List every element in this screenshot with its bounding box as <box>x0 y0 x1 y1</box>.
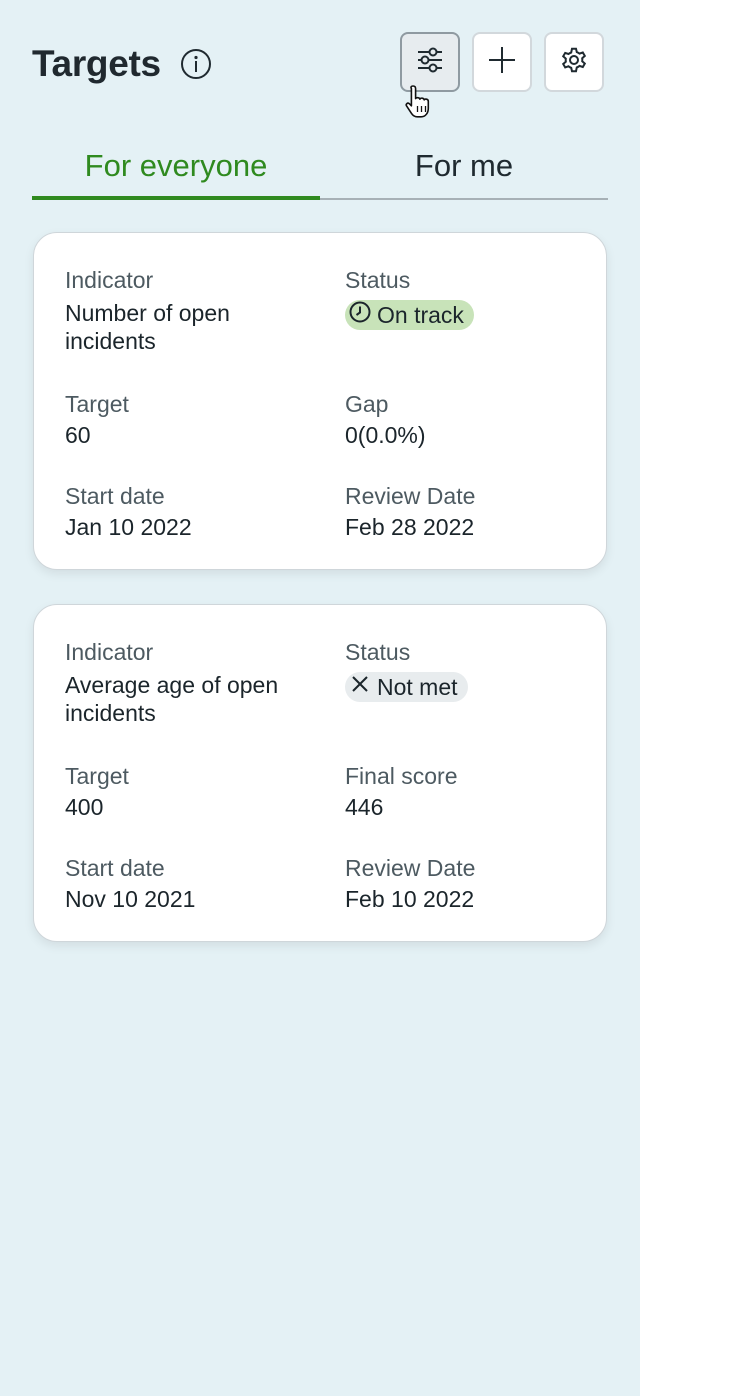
field-label: Status <box>345 639 411 665</box>
info-icon[interactable] <box>180 48 212 80</box>
review-date-value: Feb 28 2022 <box>345 514 475 540</box>
target-value: 60 <box>65 422 91 448</box>
status-field: Status Not met <box>345 637 585 702</box>
gap-value: 0(0.0%) <box>345 422 426 448</box>
sliders-icon <box>416 46 444 79</box>
indicator-field: Indicator Number of open incidents <box>65 265 305 355</box>
status-badge: On track <box>345 300 474 330</box>
review-date-field: Review Date Feb 10 2022 <box>345 853 585 913</box>
active-tab-indicator <box>32 196 320 200</box>
indicator-field: Indicator Average age of open incidents <box>65 637 305 727</box>
clock-icon <box>349 301 377 329</box>
status-text: Not met <box>377 673 458 700</box>
field-label: Review Date <box>345 855 476 881</box>
add-target-button[interactable] <box>472 32 532 92</box>
page-title: Targets <box>32 43 161 84</box>
review-date-value: Feb 10 2022 <box>345 886 475 912</box>
review-date-field: Review Date Feb 28 2022 <box>345 481 585 541</box>
final-score-value: 446 <box>345 794 384 820</box>
filter-button[interactable] <box>400 32 460 92</box>
final-score-field: Final score 446 <box>345 761 585 821</box>
start-date-value: Nov 10 2021 <box>65 886 196 912</box>
panel-header: Targets <box>32 32 608 96</box>
close-icon <box>349 673 377 701</box>
field-label: Final score <box>345 763 458 789</box>
field-label: Status <box>345 267 411 293</box>
target-field: Target 60 <box>65 389 305 449</box>
gear-icon <box>559 45 589 80</box>
field-label: Indicator <box>65 267 154 293</box>
status-text: On track <box>377 301 464 328</box>
settings-button[interactable] <box>544 32 604 92</box>
target-value: 400 <box>65 794 104 820</box>
targets-panel: Targets For everyone For me Indicator Nu… <box>0 0 640 1396</box>
start-date-field: Start date Jan 10 2022 <box>65 481 305 541</box>
tab-label: For me <box>414 148 514 183</box>
field-label: Start date <box>65 855 165 881</box>
tab-bar: For everyone For me <box>32 132 608 200</box>
target-card[interactable]: Indicator Average age of open incidents … <box>33 604 607 942</box>
field-label: Target <box>65 391 129 417</box>
hand-cursor-icon <box>404 84 434 120</box>
status-field: Status On track <box>345 265 585 330</box>
tab-for-me[interactable]: For me <box>320 132 608 198</box>
field-label: Start date <box>65 483 165 509</box>
indicator-value: Number of open incidents <box>65 300 230 354</box>
tab-for-everyone[interactable]: For everyone <box>32 132 320 200</box>
field-label: Indicator <box>65 639 154 665</box>
gap-field: Gap 0(0.0%) <box>345 389 585 449</box>
target-field: Target 400 <box>65 761 305 821</box>
field-label: Gap <box>345 391 389 417</box>
status-badge: Not met <box>345 672 468 702</box>
field-label: Review Date <box>345 483 476 509</box>
indicator-value: Average age of open incidents <box>65 672 279 726</box>
start-date-value: Jan 10 2022 <box>65 514 192 540</box>
field-label: Target <box>65 763 129 789</box>
tab-label: For everyone <box>84 148 268 183</box>
target-card[interactable]: Indicator Number of open incidents Statu… <box>33 232 607 570</box>
start-date-field: Start date Nov 10 2021 <box>65 853 305 913</box>
plus-icon <box>487 45 517 80</box>
